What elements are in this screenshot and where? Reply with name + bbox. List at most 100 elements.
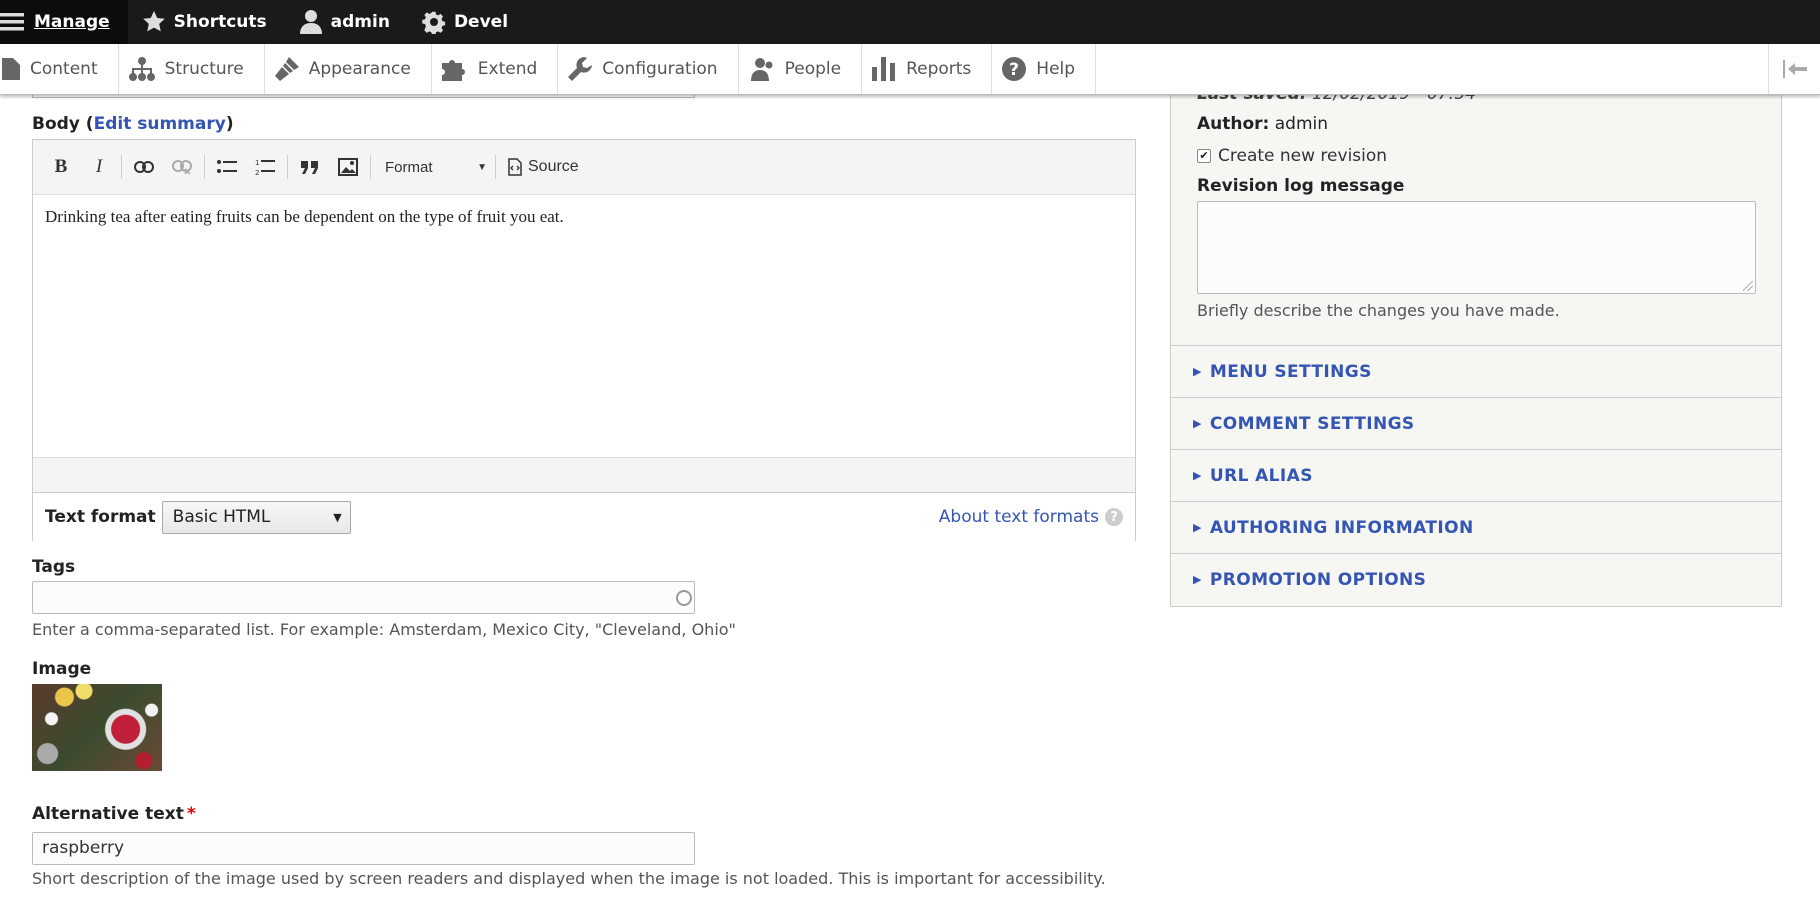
edit-summary-link[interactable]: Edit summary bbox=[94, 114, 226, 134]
bar-chart-icon bbox=[872, 57, 896, 81]
paintbrush-icon bbox=[274, 57, 299, 81]
create-revision-label: Create new revision bbox=[1218, 146, 1388, 166]
revision-log-label: Revision log message bbox=[1197, 176, 1405, 196]
triangle-right-icon: ▶ bbox=[1193, 573, 1202, 586]
about-text-formats[interactable]: About text formats ? bbox=[939, 507, 1123, 527]
toolbar-separator bbox=[204, 155, 205, 179]
caret-down-icon: ▼ bbox=[477, 161, 487, 173]
source-button[interactable]: Source bbox=[500, 158, 587, 176]
unlink-button[interactable] bbox=[164, 151, 200, 183]
triangle-right-icon: ▶ bbox=[1193, 365, 1202, 378]
toolbar-separator bbox=[121, 155, 122, 179]
puzzle-icon bbox=[441, 60, 465, 81]
collapse-left-icon bbox=[1782, 60, 1807, 78]
hamburger-icon bbox=[0, 13, 24, 31]
user-label: admin bbox=[330, 12, 390, 32]
tray-item-content[interactable]: Content bbox=[0, 44, 119, 94]
promotion-options-toggle[interactable]: ▶ PROMOTION OPTIONS bbox=[1171, 553, 1781, 605]
tray-item-label: Structure bbox=[164, 59, 244, 79]
numbered-list-icon: 12 bbox=[255, 159, 275, 176]
format-dropdown[interactable]: Format ▼ bbox=[375, 151, 491, 183]
resize-grip-icon[interactable] bbox=[1743, 281, 1753, 291]
author-value: admin bbox=[1274, 114, 1329, 134]
user-tab[interactable]: admin bbox=[285, 0, 408, 44]
blockquote-button[interactable] bbox=[292, 151, 328, 183]
help-icon: ? bbox=[1105, 508, 1123, 526]
tags-description: Enter a comma-separated list. For exampl… bbox=[32, 620, 736, 639]
menu-settings-toggle[interactable]: ▶ MENU SETTINGS bbox=[1171, 345, 1781, 397]
tray-item-help[interactable]: ? Help bbox=[992, 44, 1097, 94]
editor-bottom-bar bbox=[33, 457, 1135, 493]
create-revision-checkbox[interactable]: ✔ bbox=[1197, 149, 1211, 163]
star-icon bbox=[142, 11, 165, 32]
sidebar-accordion: ▶ MENU SETTINGS ▶ COMMENT SETTINGS ▶ URL… bbox=[1171, 345, 1781, 605]
bulleted-list-icon bbox=[217, 160, 237, 173]
body-label-text: Body bbox=[32, 114, 80, 134]
toolbar-separator bbox=[287, 155, 288, 179]
shortcuts-tab[interactable]: Shortcuts bbox=[128, 0, 285, 44]
gear-icon bbox=[422, 11, 446, 34]
url-alias-toggle[interactable]: ▶ URL ALIAS bbox=[1171, 449, 1781, 501]
source-label: Source bbox=[528, 158, 579, 175]
tray-item-people[interactable]: People bbox=[739, 44, 863, 94]
ckeditor: B I 12 Format ▼ Source Drinking tea afte… bbox=[32, 139, 1136, 541]
source-icon bbox=[508, 158, 522, 176]
tray-item-reports[interactable]: Reports bbox=[862, 44, 993, 94]
text-format-value: Basic HTML bbox=[172, 507, 271, 527]
editor-content-area[interactable]: Drinking tea after eating fruits can be … bbox=[33, 195, 1135, 457]
text-format-select[interactable]: Basic HTML ▼ bbox=[161, 500, 351, 534]
alt-text-label: Alternative text * bbox=[32, 804, 196, 824]
authoring-information-toggle[interactable]: ▶ AUTHORING INFORMATION bbox=[1171, 501, 1781, 553]
file-icon bbox=[2, 58, 20, 80]
alt-text-description: Short description of the image used by s… bbox=[32, 869, 1106, 888]
tags-input[interactable] bbox=[32, 581, 695, 614]
tray-item-configuration[interactable]: Configuration bbox=[558, 44, 739, 94]
accordion-label: AUTHORING INFORMATION bbox=[1209, 517, 1474, 538]
bold-button[interactable]: B bbox=[43, 151, 79, 183]
link-icon bbox=[134, 161, 154, 173]
sitemap-icon bbox=[128, 57, 155, 81]
svg-text:1: 1 bbox=[255, 159, 259, 167]
alt-text-input[interactable]: raspberry bbox=[32, 832, 695, 865]
tray-item-label: Appearance bbox=[308, 59, 411, 79]
image-thumbnail bbox=[32, 684, 162, 771]
user-icon bbox=[299, 10, 322, 34]
tray-item-label: Content bbox=[30, 59, 98, 79]
body-label: Body (Edit summary) bbox=[32, 114, 234, 134]
accordion-label: PROMOTION OPTIONS bbox=[1209, 569, 1427, 590]
triangle-right-icon: ▶ bbox=[1193, 469, 1202, 482]
tray-item-label: Extend bbox=[477, 59, 538, 79]
image-button[interactable] bbox=[330, 151, 366, 183]
create-revision-row: ✔ Create new revision bbox=[1197, 146, 1387, 166]
quote-icon bbox=[301, 161, 318, 174]
tray-orientation-toggle[interactable] bbox=[1768, 44, 1820, 94]
comment-settings-toggle[interactable]: ▶ COMMENT SETTINGS bbox=[1171, 397, 1781, 449]
image-icon bbox=[338, 158, 358, 176]
triangle-right-icon: ▶ bbox=[1193, 417, 1202, 430]
meta-sidebar: Last saved: 12/02/2019 - 07:54 Author: a… bbox=[1170, 70, 1782, 607]
tray-item-appearance[interactable]: Appearance bbox=[265, 44, 432, 94]
tags-label: Tags bbox=[32, 557, 76, 577]
text-format-label: Text format bbox=[45, 507, 156, 527]
about-text-formats-link[interactable]: About text formats bbox=[939, 507, 1099, 527]
admin-toolbar: Manage Shortcuts admin Devel bbox=[0, 0, 1820, 44]
italic-button[interactable]: I bbox=[81, 151, 117, 183]
revision-log-textarea[interactable] bbox=[1197, 201, 1756, 294]
tray-item-structure[interactable]: Structure bbox=[119, 44, 265, 94]
numbered-list-button[interactable]: 12 bbox=[247, 151, 283, 183]
tray-item-label: Configuration bbox=[602, 59, 718, 79]
tray-item-extend[interactable]: Extend bbox=[432, 44, 559, 94]
required-marker: * bbox=[186, 804, 196, 824]
caret-down-icon: ▼ bbox=[333, 510, 342, 524]
tray-item-label: Reports bbox=[906, 59, 972, 79]
link-button[interactable] bbox=[126, 151, 162, 183]
text-format-row: Text format Basic HTML ▼ About text form… bbox=[33, 493, 1135, 541]
revision-log-description: Briefly describe the changes you have ma… bbox=[1197, 301, 1560, 320]
manage-label: Manage bbox=[34, 12, 110, 32]
toolbar-separator bbox=[495, 155, 496, 179]
devel-tab[interactable]: Devel bbox=[408, 0, 526, 44]
bulleted-list-button[interactable] bbox=[209, 151, 245, 183]
devel-label: Devel bbox=[453, 12, 509, 32]
tray-item-label: Help bbox=[1036, 59, 1076, 79]
manage-tab[interactable]: Manage bbox=[0, 0, 128, 44]
